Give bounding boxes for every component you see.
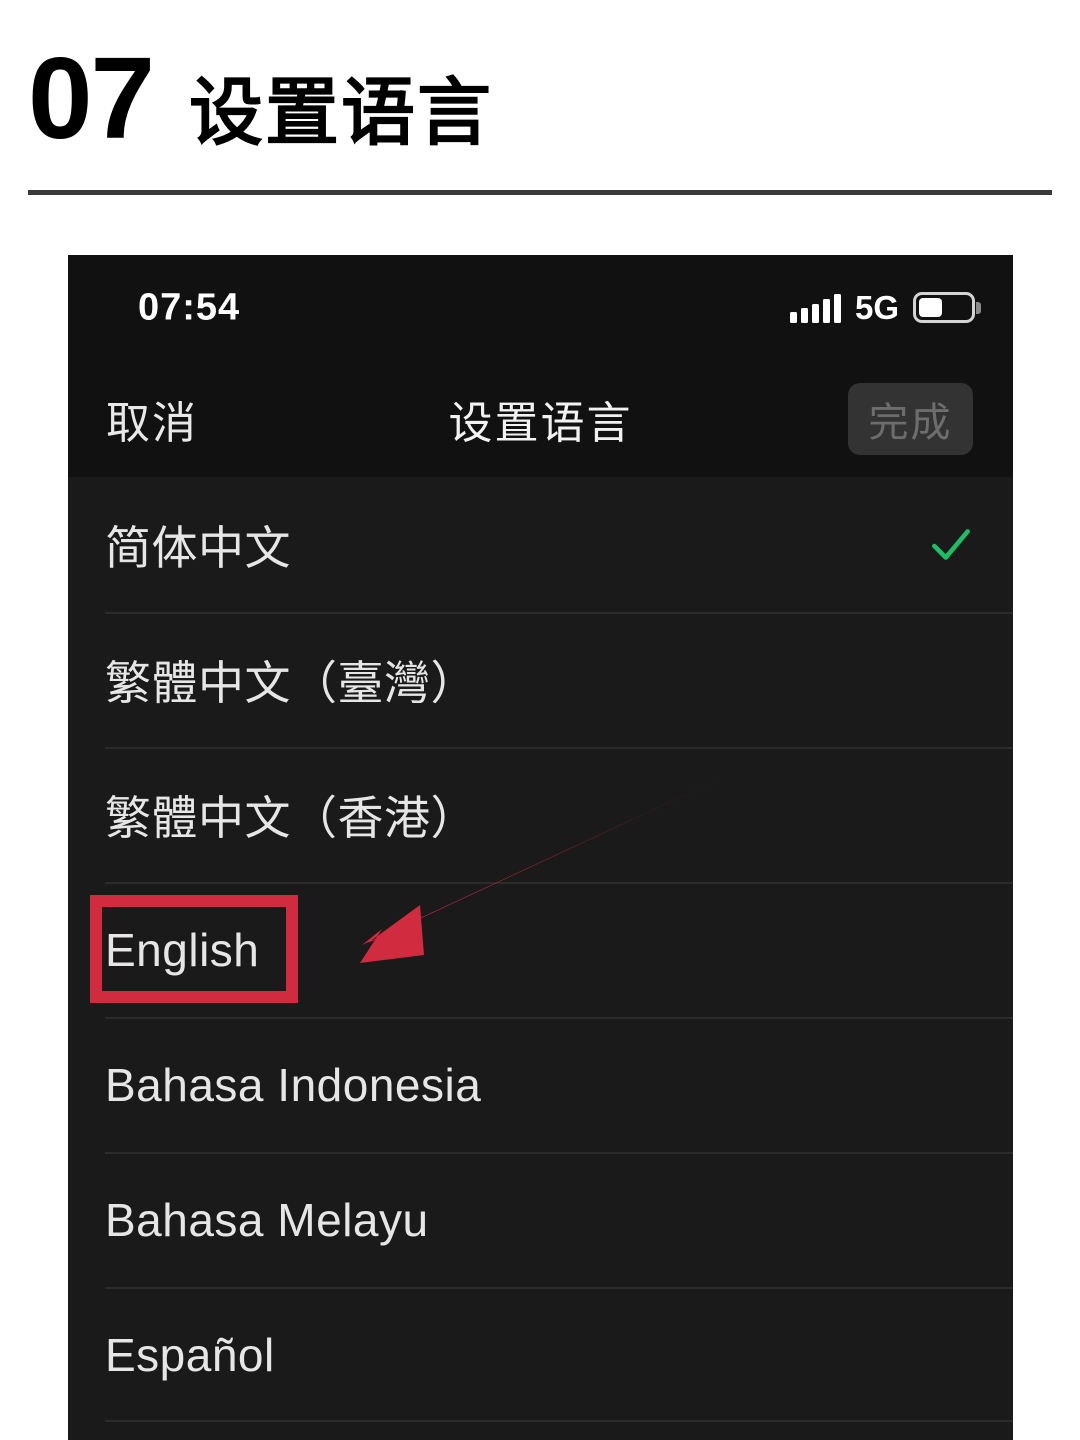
- language-row[interactable]: Español: [68, 1287, 1013, 1422]
- battery-icon: [913, 292, 981, 323]
- page-root: 07 设置语言 07:54 5G 取消 设置语言 完成 简体中文 繁體中文（臺灣…: [0, 0, 1080, 1440]
- header-divider: [28, 190, 1052, 195]
- cancel-button[interactable]: 取消: [106, 387, 198, 451]
- language-row[interactable]: 简体中文: [68, 477, 1013, 612]
- language-row-label: Español: [105, 1328, 275, 1381]
- done-button[interactable]: 完成: [848, 382, 973, 455]
- language-list: 简体中文繁體中文（臺灣） 繁體中文（香港） English Bahasa Indone…: [68, 477, 1013, 1422]
- language-row-label: English: [105, 923, 260, 976]
- page-number: 07: [28, 33, 155, 163]
- network-type-label: 5G: [854, 288, 899, 326]
- phone-screenshot-panel: 07:54 5G 取消 设置语言 完成 简体中文繁體中文（臺灣） 繁體中文（香港）…: [68, 255, 1013, 1440]
- language-row[interactable]: Bahasa Melayu: [68, 1152, 1013, 1287]
- language-row[interactable]: 繁體中文（臺灣）: [68, 612, 1013, 747]
- nav-title: 设置语言: [448, 398, 633, 448]
- checkmark-icon: [932, 528, 970, 560]
- language-row-label: 繁體中文（香港）: [105, 791, 477, 844]
- page-title: 设置语言: [189, 71, 494, 154]
- language-row-label: Bahasa Indonesia: [105, 1058, 482, 1111]
- status-bar-indicators: 5G: [789, 288, 981, 327]
- language-row-label: 繁體中文（臺灣）: [105, 656, 477, 709]
- language-row[interactable]: English: [68, 882, 1013, 1017]
- language-row[interactable]: 繁體中文（香港）: [68, 747, 1013, 882]
- page-header: 07 设置语言: [28, 40, 493, 156]
- language-row[interactable]: Bahasa Indonesia: [68, 1017, 1013, 1152]
- battery-cap: [976, 301, 981, 314]
- battery-fill: [919, 298, 942, 317]
- signal-bars-icon: [789, 293, 841, 323]
- nav-bar: 取消 设置语言 完成: [68, 360, 1013, 477]
- language-row-label: 简体中文: [105, 521, 291, 574]
- status-bar-time: 07:54: [138, 286, 241, 328]
- status-bar: 07:54 5G: [68, 255, 1013, 360]
- language-row-label: Bahasa Melayu: [105, 1193, 429, 1246]
